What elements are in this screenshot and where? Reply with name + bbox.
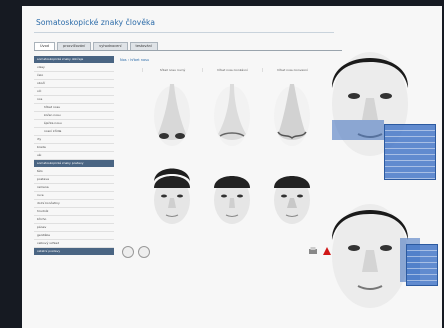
popup-row[interactable]	[407, 275, 437, 281]
sidebar-item[interactable]: břicho	[34, 216, 114, 224]
sidebar-subitem[interactable]: nosní křídla	[34, 128, 114, 136]
sidebar-item[interactable]: nos	[34, 96, 114, 104]
sidebar: somatoskopické znaky obličeje vlasy čelo…	[34, 56, 114, 256]
sidebar-subitem[interactable]: kořen nosu	[34, 112, 114, 120]
column-header: hřbet nosu konvexní	[262, 68, 322, 72]
sidebar-item[interactable]: celkový vzhled	[34, 240, 114, 248]
sidebar-item[interactable]: obočí	[34, 80, 114, 88]
nose-concave-image[interactable]	[202, 76, 262, 156]
info-popup-bottom[interactable]	[406, 244, 438, 286]
sidebar-item[interactable]: čelo	[34, 72, 114, 80]
sidebar-subitem[interactable]: hřbet nosu	[34, 104, 114, 112]
sidebar-item[interactable]: ruce	[34, 192, 114, 200]
sidebar-item[interactable]: hrudník	[34, 208, 114, 216]
sidebar-item[interactable]: vlasy	[34, 64, 114, 72]
profile-thumbnails	[122, 246, 150, 258]
sidebar-item[interactable]: postava	[34, 176, 114, 184]
sidebar-item[interactable]: rty	[34, 136, 114, 144]
column-header: hřbet nosu rovný	[142, 68, 202, 72]
print-icon[interactable]	[308, 246, 318, 256]
face-concave-image[interactable]	[202, 158, 262, 238]
profile-side-icon[interactable]	[138, 246, 150, 258]
sidebar-item[interactable]: dolní končetiny	[34, 200, 114, 208]
sidebar-item[interactable]: pánev	[34, 224, 114, 232]
nose-convex-image[interactable]	[262, 76, 322, 156]
sidebar-header-other: ostatní postavy	[34, 248, 114, 255]
comparison-grid	[142, 76, 322, 236]
column-header: hřbet nosu konkávní	[202, 68, 262, 72]
face-straight-image[interactable]	[142, 158, 202, 238]
title-divider	[34, 32, 334, 33]
sidebar-item[interactable]: brada	[34, 144, 114, 152]
sidebar-item[interactable]: uši	[34, 152, 114, 160]
sidebar-header-body: somatoskopické znaky postavy	[34, 160, 114, 167]
column-headers: hřbet nosu rovný hřbet nosu konkávní hřb…	[142, 68, 322, 72]
info-popup-top[interactable]	[384, 124, 436, 180]
breadcrumb[interactable]: Nos › hřbet nosu	[120, 58, 149, 62]
sidebar-item[interactable]: ramena	[34, 184, 114, 192]
sidebar-subitem[interactable]: špička nosu	[34, 120, 114, 128]
profile-front-icon[interactable]	[122, 246, 134, 258]
sidebar-item[interactable]: oči	[34, 88, 114, 96]
page-title: Somatoskopické znaky člověka	[36, 18, 156, 27]
sidebar-header-face: somatoskopické znaky obličeje	[34, 56, 114, 63]
nose-straight-image[interactable]	[142, 76, 202, 156]
tab-divider	[34, 50, 342, 51]
face-convex-image[interactable]	[262, 158, 322, 238]
popup-row[interactable]	[385, 173, 435, 179]
sidebar-item[interactable]: tělo	[34, 168, 114, 176]
sidebar-item[interactable]: genitálie	[34, 232, 114, 240]
